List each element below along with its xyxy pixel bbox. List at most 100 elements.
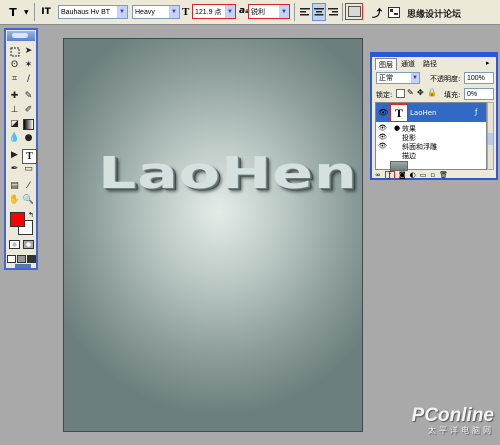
foreground-color-swatch[interactable] xyxy=(10,212,25,227)
text-tool-icon[interactable]: T xyxy=(22,149,37,164)
magic-wand-tool-icon[interactable]: ✶ xyxy=(22,59,35,72)
layer-row-background[interactable] xyxy=(376,161,486,171)
quick-mask-mode-icon[interactable] xyxy=(22,238,35,251)
tab-paths[interactable]: 路径 xyxy=(420,58,440,69)
dodge-tool-icon[interactable]: ● xyxy=(22,132,35,145)
character-panel-button[interactable] xyxy=(386,3,402,21)
separator xyxy=(294,3,295,21)
effect-row-bevel-emboss[interactable]: 👁 斜面和浮雕 xyxy=(376,142,486,151)
toolbox-header xyxy=(7,31,35,41)
font-size-value: 121.9 点 xyxy=(195,8,222,16)
background-layer-thumbnail xyxy=(390,161,408,171)
text-tool-icon: T xyxy=(9,5,17,19)
eyedropper-tool-icon[interactable]: ⁄ xyxy=(22,180,35,193)
history-brush-tool-icon[interactable]: ✐ xyxy=(22,104,35,117)
lock-position-icon[interactable]: ✥ xyxy=(417,88,424,97)
lock-all-icon[interactable]: 🔒 xyxy=(427,88,437,97)
layer-name[interactable]: LaoHen xyxy=(410,109,436,117)
text-color-swatch[interactable] xyxy=(345,3,363,20)
blur-tool-icon[interactable]: 💧 xyxy=(8,132,21,145)
standard-mode-icon[interactable] xyxy=(8,238,21,251)
tab-channels[interactable]: 通道 xyxy=(398,58,418,69)
font-style-value: Heavy xyxy=(135,8,155,16)
visibility-eye-icon: 👁 xyxy=(378,133,387,141)
align-left-button[interactable] xyxy=(298,3,312,21)
path-selection-tool-icon[interactable]: ▶ xyxy=(8,149,21,162)
layers-panel: 图层 通道 路径 ▸ 正常 ▼ 不透明度: 100% 锁定: ✎ ✥ 🔒 填充:… xyxy=(370,52,498,180)
opacity-input[interactable]: 100% xyxy=(464,72,494,84)
opacity-label: 不透明度: xyxy=(430,75,461,83)
marquee-tool-icon[interactable] xyxy=(8,45,21,58)
gradient-tool-icon[interactable] xyxy=(22,118,35,131)
layer-list-scrollbar[interactable] xyxy=(487,102,494,170)
crop-tool-icon[interactable]: ⌗ xyxy=(8,73,21,86)
brush-tool-icon[interactable]: ✎ xyxy=(22,90,35,103)
chevron-down-icon[interactable]: ▼ xyxy=(116,6,127,18)
align-center-icon xyxy=(314,7,324,15)
align-right-button[interactable] xyxy=(326,3,340,21)
font-style-select[interactable]: Heavy ▼ xyxy=(132,5,180,19)
font-family-select[interactable]: Bauhaus Hv BT ▼ xyxy=(58,5,128,19)
effect-row-stroke[interactable]: 描边 xyxy=(376,151,486,160)
separator xyxy=(342,3,343,21)
chevron-down-icon[interactable]: ▼ xyxy=(24,9,29,16)
chevron-down-icon[interactable]: ▼ xyxy=(224,5,235,18)
notes-tool-icon[interactable]: ▤ xyxy=(8,180,21,193)
palettes-icon xyxy=(388,6,400,18)
visibility-eye-icon[interactable]: 👁 xyxy=(378,108,388,117)
layer-effects-icon[interactable]: ƒ xyxy=(475,108,477,116)
lock-label: 锁定: xyxy=(376,91,393,99)
jump-to-imageready-icon[interactable] xyxy=(14,264,32,268)
text-orientation-icon: IT xyxy=(41,7,51,17)
warp-text-button[interactable]: ⤴ xyxy=(369,3,385,21)
add-layer-style-icon[interactable]: ƒ xyxy=(384,170,395,180)
orientation-button[interactable]: IT xyxy=(38,3,54,21)
delete-layer-icon[interactable]: 🗑 xyxy=(439,171,448,179)
add-mask-icon[interactable]: ◙ xyxy=(399,171,406,179)
new-group-icon[interactable]: ▭ xyxy=(420,171,427,179)
canvas-text-layer[interactable]: LaoHen xyxy=(98,152,358,195)
font-size-icon: T xyxy=(182,6,190,18)
lock-image-icon[interactable]: ✎ xyxy=(407,88,414,97)
chevron-down-icon[interactable]: ▼ xyxy=(410,73,419,83)
panel-menu-icon[interactable]: ▸ xyxy=(486,59,490,67)
separator xyxy=(34,3,35,21)
rectangle-tool-icon[interactable]: ▭ xyxy=(22,163,35,176)
healing-brush-tool-icon[interactable]: ✚ xyxy=(8,90,21,103)
new-layer-icon[interactable]: ▫ xyxy=(430,171,435,179)
align-center-button[interactable] xyxy=(312,3,326,21)
blend-mode-select[interactable]: 正常 ▼ xyxy=(376,72,420,84)
clone-stamp-tool-icon[interactable]: ⊥ xyxy=(8,104,21,117)
lock-transparency-icon[interactable] xyxy=(396,89,405,98)
zoom-tool-icon[interactable]: 🔍 xyxy=(22,194,35,207)
tab-layers[interactable]: 图层 xyxy=(375,58,397,70)
effects-row[interactable]: 👁 ● 效果 xyxy=(376,124,486,133)
scrollbar-thumb xyxy=(488,133,493,145)
link-layers-icon[interactable]: ∞ xyxy=(375,171,381,179)
visibility-eye-icon: 👁 xyxy=(378,142,387,150)
fill-label: 填充: xyxy=(444,91,461,99)
font-size-select[interactable]: 121.9 点 ▼ xyxy=(192,4,236,19)
document-canvas[interactable] xyxy=(63,38,363,432)
site-watermark-text: 思缘设计论坛 xyxy=(407,9,462,19)
hand-tool-icon[interactable]: ✋ xyxy=(8,194,21,207)
adjustment-layer-icon[interactable]: ◐ xyxy=(410,171,416,179)
swap-colors-icon[interactable]: ↰ xyxy=(28,211,34,219)
antialias-value: 锐利 xyxy=(251,8,265,16)
pen-tool-icon[interactable]: ✒ xyxy=(8,163,21,176)
slice-tool-icon[interactable]: ∕ xyxy=(22,73,35,86)
chevron-down-icon[interactable]: ▼ xyxy=(168,6,179,18)
effects-icon: ● xyxy=(394,124,401,132)
toolbox: ➤ ʘ ✶ ⌗ ∕ ✚ ✎ ⊥ ✐ ◪ 💧 ● ▶ T ✒ ▭ ▤ ⁄ ✋ 🔍 … xyxy=(4,28,38,270)
fill-input[interactable]: 0% xyxy=(464,88,494,100)
panel-titlebar xyxy=(372,54,496,57)
pconline-watermark: PConline 太平洋电脑网 xyxy=(412,405,494,436)
move-tool-icon[interactable]: ➤ xyxy=(22,45,35,58)
effect-row-drop-shadow[interactable]: 👁 投影 xyxy=(376,133,486,142)
lasso-tool-icon[interactable]: ʘ xyxy=(8,59,21,72)
layers-panel-footer: ∞ ƒ ◙ ◐ ▭ ▫ 🗑 xyxy=(375,170,495,180)
eraser-tool-icon[interactable]: ◪ xyxy=(8,118,21,131)
antialias-select[interactable]: 锐利 ▼ xyxy=(248,4,290,19)
chevron-down-icon[interactable]: ▼ xyxy=(278,5,289,18)
text-tool-preset-button[interactable]: T xyxy=(3,3,23,21)
